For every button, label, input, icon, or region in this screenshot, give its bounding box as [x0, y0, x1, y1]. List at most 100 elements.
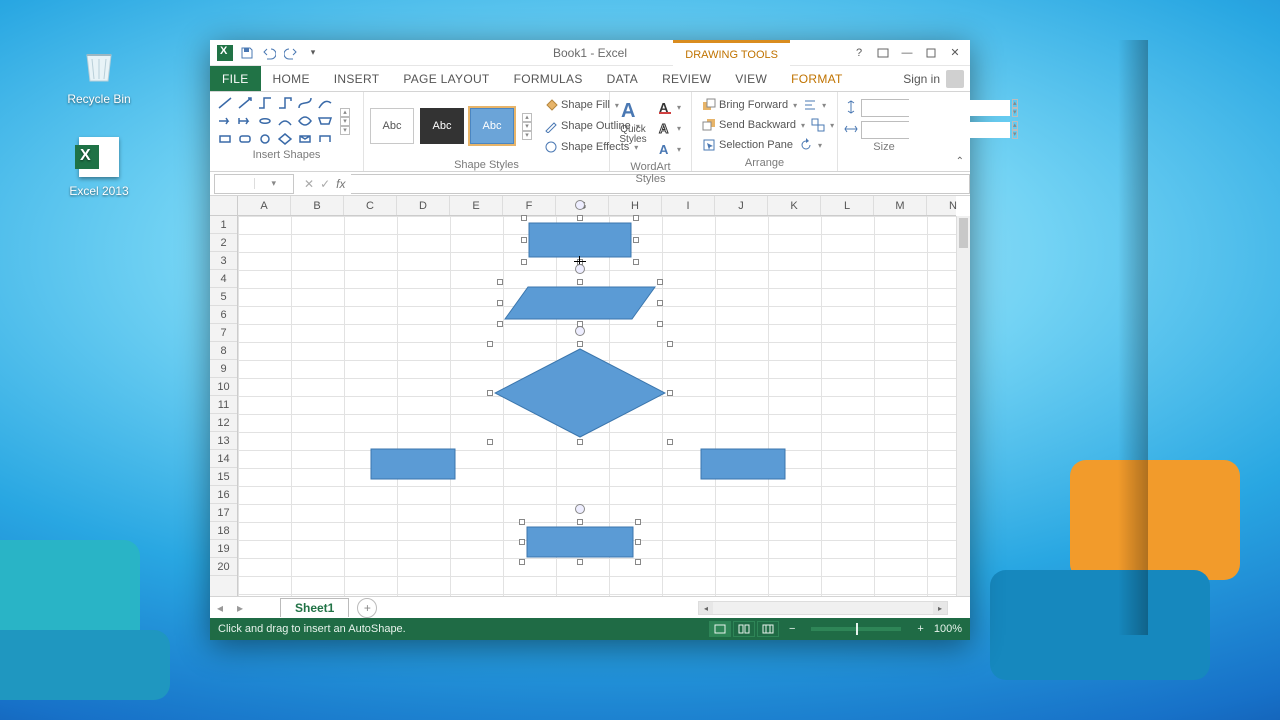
row-header[interactable]: 7: [210, 324, 237, 342]
shape-width-input[interactable]: ▴▾: [861, 121, 909, 139]
flowchart-shape-process-1[interactable]: [528, 222, 632, 258]
row-header[interactable]: 17: [210, 504, 237, 522]
collapse-ribbon-icon[interactable]: ⌃: [956, 156, 964, 167]
sheet-nav-next[interactable]: ▸: [230, 601, 250, 615]
undo-icon[interactable]: [260, 44, 278, 62]
cancel-formula-icon[interactable]: ✕: [304, 177, 314, 191]
sheet-tab-sheet1[interactable]: Sheet1: [280, 598, 349, 617]
row-header[interactable]: 14: [210, 450, 237, 468]
sheet-nav-prev[interactable]: ◂: [210, 601, 230, 615]
rotate-handle[interactable]: [575, 504, 585, 514]
tab-review[interactable]: REVIEW: [650, 66, 723, 91]
selection-handles[interactable]: [522, 522, 638, 562]
ribbon-display-button[interactable]: [872, 43, 894, 63]
flowchart-shape-process-3[interactable]: [700, 448, 786, 480]
align-button[interactable]: [801, 95, 828, 115]
col-header[interactable]: C: [344, 196, 397, 215]
row-header[interactable]: 6: [210, 306, 237, 324]
view-page-break-button[interactable]: [757, 621, 779, 637]
row-header[interactable]: 16: [210, 486, 237, 504]
shape-height-input[interactable]: ▴▾: [861, 99, 909, 117]
row-header[interactable]: 18: [210, 522, 237, 540]
style-thumb-outline[interactable]: Abc: [370, 108, 414, 144]
row-header[interactable]: 20: [210, 558, 237, 576]
style-thumb-blue[interactable]: Abc: [470, 108, 514, 144]
cells-area[interactable]: [238, 216, 956, 596]
flowchart-shape-process-4[interactable]: [526, 526, 634, 558]
rotate-handle[interactable]: [575, 264, 585, 274]
desktop-icon-excel[interactable]: Excel 2013: [60, 134, 138, 198]
col-header[interactable]: I: [662, 196, 715, 215]
zoom-out-button[interactable]: −: [789, 623, 795, 635]
shapes-gallery-scroll[interactable]: ▴▾▾: [340, 95, 350, 147]
zoom-slider[interactable]: [811, 627, 901, 631]
col-header[interactable]: K: [768, 196, 821, 215]
tab-page-layout[interactable]: PAGE LAYOUT: [391, 66, 501, 91]
flowchart-shape-process-2[interactable]: [370, 448, 456, 480]
shapes-gallery[interactable]: [216, 95, 334, 147]
tab-view[interactable]: VIEW: [723, 66, 779, 91]
sign-in-link[interactable]: Sign in: [903, 72, 940, 86]
selection-pane-button[interactable]: Selection Pane: [698, 135, 797, 155]
column-headers[interactable]: ABCDEFGHIJKLMN: [238, 196, 956, 216]
col-header[interactable]: N: [927, 196, 970, 215]
minimize-button[interactable]: —: [896, 43, 918, 63]
text-outline-button[interactable]: A: [654, 118, 685, 138]
col-header[interactable]: E: [450, 196, 503, 215]
row-header[interactable]: 4: [210, 270, 237, 288]
rotate-handle[interactable]: [575, 326, 585, 336]
style-gallery-scroll[interactable]: ▴▾▾: [522, 113, 532, 140]
text-effects-button[interactable]: A: [654, 139, 685, 159]
tab-file[interactable]: FILE: [210, 66, 261, 91]
rotate-handle[interactable]: [575, 200, 585, 210]
close-button[interactable]: ✕: [944, 43, 966, 63]
enter-formula-icon[interactable]: ✓: [320, 177, 330, 191]
tab-data[interactable]: DATA: [595, 66, 650, 91]
redo-icon[interactable]: [282, 44, 300, 62]
col-header[interactable]: D: [397, 196, 450, 215]
row-header[interactable]: 13: [210, 432, 237, 450]
col-header[interactable]: M: [874, 196, 927, 215]
rotate-button[interactable]: [797, 135, 824, 155]
horizontal-scrollbar[interactable]: ◂▸: [698, 601, 948, 615]
col-header[interactable]: B: [291, 196, 344, 215]
name-box[interactable]: ▾: [214, 174, 294, 194]
tab-format[interactable]: FORMAT: [779, 66, 855, 91]
col-header[interactable]: A: [238, 196, 291, 215]
save-icon[interactable]: [238, 44, 256, 62]
row-header[interactable]: 2: [210, 234, 237, 252]
send-backward-button[interactable]: Send Backward: [698, 115, 809, 135]
add-sheet-button[interactable]: +: [357, 598, 377, 618]
desktop-icon-recycle-bin[interactable]: Recycle Bin: [60, 42, 138, 106]
spreadsheet-grid[interactable]: ABCDEFGHIJKLMN 1234567891011121314151617…: [210, 196, 970, 596]
tab-formulas[interactable]: FORMULAS: [502, 66, 595, 91]
row-header[interactable]: 19: [210, 540, 237, 558]
style-thumb-dark[interactable]: Abc: [420, 108, 464, 144]
tab-home[interactable]: HOME: [261, 66, 322, 91]
flowchart-shape-decision[interactable]: [494, 348, 666, 438]
row-headers[interactable]: 1234567891011121314151617181920: [210, 216, 238, 596]
group-button[interactable]: [809, 115, 836, 135]
selection-handles[interactable]: [490, 344, 670, 442]
zoom-level[interactable]: 100%: [934, 623, 962, 635]
view-page-layout-button[interactable]: [733, 621, 755, 637]
vertical-scrollbar[interactable]: [956, 216, 970, 596]
help-button[interactable]: ?: [848, 43, 870, 63]
row-header[interactable]: 9: [210, 360, 237, 378]
row-header[interactable]: 1: [210, 216, 237, 234]
row-header[interactable]: 12: [210, 414, 237, 432]
row-header[interactable]: 11: [210, 396, 237, 414]
qat-customize-icon[interactable]: ▾: [304, 44, 322, 62]
select-all-corner[interactable]: [210, 196, 238, 216]
row-header[interactable]: 5: [210, 288, 237, 306]
bring-forward-button[interactable]: Bring Forward: [698, 95, 801, 115]
flowchart-shape-data[interactable]: [504, 286, 656, 320]
col-header[interactable]: L: [821, 196, 874, 215]
col-header[interactable]: F: [503, 196, 556, 215]
shape-style-gallery[interactable]: Abc Abc Abc ▴▾▾: [370, 95, 532, 157]
view-normal-button[interactable]: [709, 621, 731, 637]
tab-insert[interactable]: INSERT: [322, 66, 392, 91]
row-header[interactable]: 3: [210, 252, 237, 270]
row-header[interactable]: 8: [210, 342, 237, 360]
selection-handles[interactable]: [500, 282, 660, 324]
